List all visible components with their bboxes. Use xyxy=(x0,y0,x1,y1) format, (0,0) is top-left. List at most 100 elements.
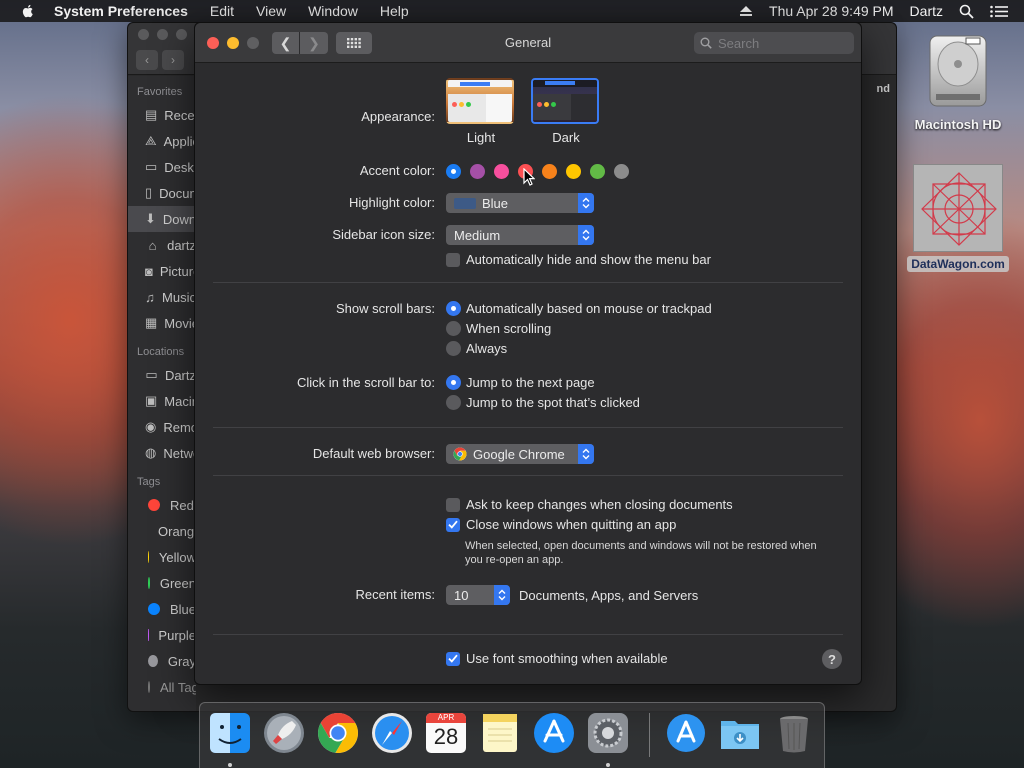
appearance-light-option[interactable]: Light xyxy=(446,78,516,145)
finder-minimize-button[interactable] xyxy=(157,29,168,40)
sidebar-tag-purple[interactable]: Purple xyxy=(128,622,196,648)
radio-unselected[interactable] xyxy=(446,395,461,410)
recent-items-popup[interactable]: 10 xyxy=(446,585,510,605)
dock-launchpad[interactable] xyxy=(262,711,306,755)
menu-user[interactable]: Dartz xyxy=(910,3,943,19)
show-scroll-bars-label: Show scroll bars: xyxy=(336,301,435,316)
font-smoothing-checkbox[interactable]: Use font smoothing when available xyxy=(446,651,668,666)
accent-swatch-purple[interactable] xyxy=(470,164,485,179)
radio-selected[interactable] xyxy=(446,301,461,316)
sidebar-item-label: Network xyxy=(163,445,196,461)
sidebar-item-remote-disc[interactable]: ◉ Remote Disc xyxy=(128,414,196,440)
finder-sidebar: Favorites ▤ Recents ⟁ Applications ▭ Deskto… xyxy=(128,76,196,711)
click-scroll-bar-label: Click in the scroll bar to: xyxy=(297,375,435,390)
notification-center-icon[interactable] xyxy=(990,5,1008,18)
click-jump-next-page-radio[interactable]: Jump to the next page xyxy=(446,375,595,390)
sidebar-tag-green[interactable]: Green xyxy=(128,570,196,596)
dock-calendar[interactable]: APR 28 xyxy=(424,711,468,755)
highlight-color-popup[interactable]: Blue xyxy=(446,193,594,213)
radio-unselected[interactable] xyxy=(446,321,461,336)
autohide-menubar-checkbox[interactable]: Automatically hide and show the menu bar xyxy=(446,252,711,267)
menu-edit[interactable]: Edit xyxy=(210,3,234,19)
dock-trash[interactable] xyxy=(772,711,816,755)
sidebar-item-applications[interactable]: ⟁ Applications xyxy=(128,128,196,154)
sidebar-icon-size-popup[interactable]: Medium xyxy=(446,225,594,245)
sidebar-tag-yellow[interactable]: Yellow xyxy=(128,544,196,570)
sidebar-item-home[interactable]: ⌂ dartz xyxy=(128,232,196,258)
dock-applications-folder[interactable] xyxy=(664,711,708,755)
eject-icon[interactable] xyxy=(739,5,753,17)
sidebar-item-desktop[interactable]: ▭ Desktop xyxy=(128,154,196,180)
sidebar-item-computer[interactable]: ▭ Dartz xyxy=(128,362,196,388)
dock-finder[interactable] xyxy=(208,711,252,755)
sidebar-item-music[interactable]: ♫ Music xyxy=(128,284,196,310)
datawagon-thumbnail-icon xyxy=(913,164,1003,252)
downloads-folder-icon xyxy=(721,721,759,749)
sidebar-item-documents[interactable]: ▯ Documents xyxy=(128,180,196,206)
sidebar-item-downloads[interactable]: ⬇ Downloads xyxy=(128,206,196,232)
finder-back-button[interactable]: ‹ xyxy=(136,50,158,70)
accent-swatch-pink[interactable] xyxy=(494,164,509,179)
sidebar-all-tags[interactable]: All Tags... xyxy=(128,674,196,700)
sidebar-item-movies[interactable]: ▦ Movies xyxy=(128,310,196,336)
radio-selected[interactable] xyxy=(446,375,461,390)
sidebar-tag-blue[interactable]: Blue xyxy=(128,596,196,622)
ask-keep-changes-checkbox[interactable]: Ask to keep changes when closing documen… xyxy=(446,497,733,512)
checkbox-unchecked[interactable] xyxy=(446,497,460,512)
menu-clock[interactable]: Thu Apr 28 9:49 PM xyxy=(769,3,894,19)
light-appearance-thumbnail[interactable] xyxy=(446,78,514,124)
close-windows-checkbox[interactable]: Close windows when quitting an app xyxy=(446,517,676,532)
appearance-dark-option[interactable]: Dark xyxy=(531,78,601,145)
accent-swatch-orange[interactable] xyxy=(542,164,557,179)
menu-view[interactable]: View xyxy=(256,3,286,19)
help-button[interactable]: ? xyxy=(822,649,842,669)
sidebar-item-recents[interactable]: ▤ Recents xyxy=(128,102,196,128)
menu-app-name[interactable]: System Preferences xyxy=(54,3,188,19)
accent-swatch-blue[interactable] xyxy=(446,164,461,179)
highlight-color-label: Highlight color: xyxy=(349,195,435,210)
scroll-bars-always-radio[interactable]: Always xyxy=(446,341,507,356)
sidebar-item-label: Downloads xyxy=(162,211,196,227)
sidebar-item-macintosh-hd[interactable]: ▣ Macintosh HD xyxy=(128,388,196,414)
dark-appearance-thumbnail[interactable] xyxy=(531,78,599,124)
search-input[interactable] xyxy=(718,35,846,51)
finder-close-button[interactable] xyxy=(138,29,149,40)
menu-help[interactable]: Help xyxy=(380,3,409,19)
dock-notes[interactable] xyxy=(478,711,522,755)
sidebar-item-network[interactable]: ◍ Network xyxy=(128,440,196,466)
dock-downloads-folder[interactable] xyxy=(718,711,762,755)
scroll-bars-auto-radio[interactable]: Automatically based on mouse or trackpad xyxy=(446,301,712,316)
checkbox-checked[interactable] xyxy=(446,651,460,666)
search-field[interactable] xyxy=(694,32,854,54)
finder-column-header[interactable]: nd xyxy=(877,83,890,95)
default-browser-popup[interactable]: Google Chrome xyxy=(446,444,594,464)
desktop-icon-datawagon[interactable]: DataWagon.com xyxy=(900,164,1016,272)
checkbox-unchecked[interactable] xyxy=(446,252,460,267)
sidebar-tag-gray[interactable]: Gray xyxy=(128,648,196,674)
sidebar-tag-orange[interactable]: Orange xyxy=(128,518,196,544)
dock-chrome[interactable] xyxy=(316,711,360,755)
sidebar-item-pictures[interactable]: ◙ Pictures xyxy=(128,258,196,284)
documents-icon: ▯ xyxy=(145,185,153,200)
click-jump-to-spot-radio[interactable]: Jump to the spot that’s clicked xyxy=(446,395,640,410)
finder-forward-button[interactable]: › xyxy=(162,50,184,70)
apple-menu-icon[interactable] xyxy=(20,3,36,19)
scroll-bars-when-scrolling-radio[interactable]: When scrolling xyxy=(446,321,551,336)
updown-arrows-icon xyxy=(578,225,594,245)
accent-swatch-graphite[interactable] xyxy=(614,164,629,179)
sidebar-tag-red[interactable]: Red xyxy=(128,492,196,518)
dock-safari[interactable] xyxy=(370,711,414,755)
dock-app-store[interactable] xyxy=(532,711,576,755)
accent-swatch-yellow[interactable] xyxy=(566,164,581,179)
finder-zoom-button[interactable] xyxy=(176,29,187,40)
sidebar-item-label: Recents xyxy=(164,107,196,123)
dock-system-preferences[interactable] xyxy=(586,711,630,755)
menu-window[interactable]: Window xyxy=(308,3,358,19)
movies-icon: ▦ xyxy=(145,315,158,330)
desktop-icon-macintosh-hd[interactable]: Macintosh HD xyxy=(908,30,1008,132)
radio-unselected[interactable] xyxy=(446,341,461,356)
highlight-swatch xyxy=(454,197,476,209)
spotlight-search-icon[interactable] xyxy=(959,4,974,19)
checkbox-checked[interactable] xyxy=(446,517,460,532)
accent-swatch-green[interactable] xyxy=(590,164,605,179)
